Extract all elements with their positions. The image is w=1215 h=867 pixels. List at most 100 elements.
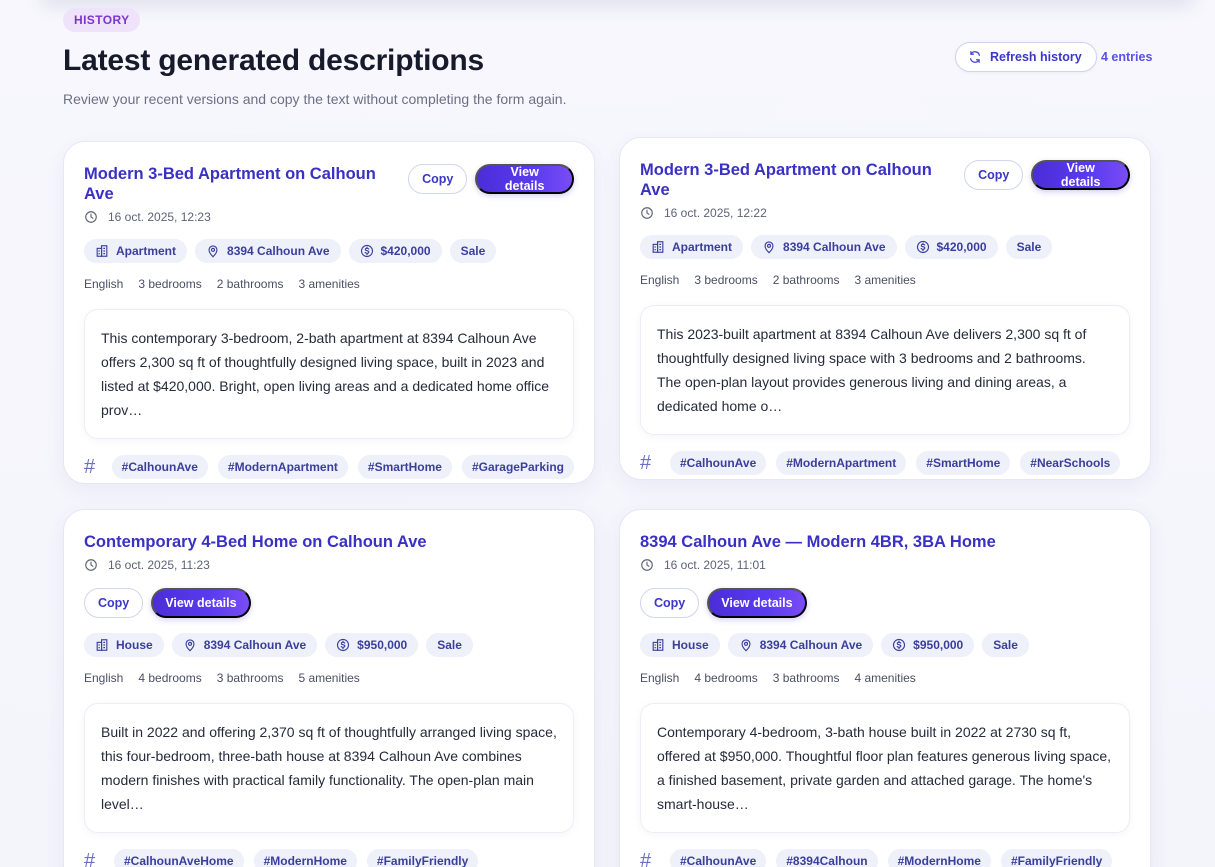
listing-type-chip: Sale <box>449 239 497 263</box>
language-meta: English <box>84 671 124 685</box>
address-chip: 8394 Calhoun Ave <box>751 235 897 259</box>
copy-button[interactable]: Copy <box>84 588 144 618</box>
hashtag: #ModernApartment <box>776 451 907 475</box>
card-title: Modern 3-Bed Apartment on Calhoun Ave <box>84 165 376 203</box>
hashtag: #8394Calhoun <box>776 849 878 867</box>
section-badge: HISTORY <box>63 8 141 32</box>
building-icon <box>96 639 108 651</box>
refresh-icon <box>969 51 981 63</box>
price-label: $950,000 <box>357 638 408 652</box>
refresh-history-button[interactable]: Refresh history <box>955 42 1097 72</box>
price-label: $950,000 <box>913 638 964 652</box>
map-pin-icon <box>764 241 774 254</box>
price-label: $420,000 <box>936 240 987 254</box>
view-details-button[interactable]: View details <box>1031 160 1130 190</box>
bathrooms-meta: 3 bathrooms <box>216 671 284 685</box>
address-chip: 8394 Calhoun Ave <box>195 239 341 263</box>
address-label: 8394 Calhoun Ave <box>759 638 863 652</box>
hashtag-icon: # <box>640 451 652 474</box>
hashtag: #CalhounAve <box>670 849 767 867</box>
property-type-label: Apartment <box>672 240 733 254</box>
listing-type-chip: Sale <box>426 633 473 657</box>
hashtag: #GarageParking <box>461 455 574 479</box>
copy-button[interactable]: Copy <box>640 588 700 618</box>
view-details-button[interactable]: View details <box>151 588 251 618</box>
hashtag: #SmartHome <box>916 451 1011 475</box>
hashtag: #SmartHome <box>357 455 452 479</box>
dollar-icon <box>916 240 929 254</box>
hashtag: #ModernHome <box>887 849 991 867</box>
description-preview: This 2023-built apartment at 8394 Calhou… <box>640 305 1130 435</box>
view-details-button[interactable]: View details <box>707 588 807 618</box>
property-type-chip: Apartment <box>640 235 744 259</box>
property-type-label: House <box>672 638 709 652</box>
card-title: 8394 Calhoun Ave — Modern 4BR, 3BA Home <box>640 533 996 551</box>
language-meta: English <box>640 273 680 287</box>
property-type-chip: Apartment <box>84 239 188 263</box>
clock-icon <box>641 207 653 219</box>
address-label: 8394 Calhoun Ave <box>783 240 886 254</box>
card-date-text: 16 oct. 2025, 11:01 <box>664 558 766 572</box>
price-label: $420,000 <box>380 244 431 258</box>
language-meta: English <box>84 277 124 291</box>
hashtag: #ModernHome <box>253 849 357 867</box>
hashtag: #NearSchools <box>1020 451 1121 475</box>
property-type-chip: House <box>640 633 720 657</box>
price-chip: $950,000 <box>325 633 419 657</box>
building-icon <box>652 639 664 651</box>
card-date-text: 16 oct. 2025, 11:23 <box>108 558 210 572</box>
address-label: 8394 Calhoun Ave <box>227 244 330 258</box>
copy-button[interactable]: Copy <box>964 160 1024 190</box>
property-type-label: House <box>116 638 153 652</box>
bedrooms-meta: 3 bedrooms <box>694 273 758 287</box>
card-date: 16 oct. 2025, 12:22 <box>640 206 964 220</box>
property-type-chip: House <box>84 633 164 657</box>
amenities-meta: 3 amenities <box>298 277 360 291</box>
card-date: 16 oct. 2025, 12:23 <box>84 210 408 224</box>
description-preview: Built in 2022 and offering 2,370 sq ft o… <box>84 703 574 833</box>
amenities-meta: 5 amenities <box>298 671 360 685</box>
clock-icon <box>641 559 653 571</box>
card-date: 16 oct. 2025, 11:01 <box>640 558 1130 572</box>
clock-icon <box>85 211 97 223</box>
hashtag-icon: # <box>84 455 96 478</box>
dollar-icon <box>337 638 350 652</box>
page-title: Latest generated descriptions <box>63 44 484 77</box>
address-chip: 8394 Calhoun Ave <box>727 633 874 657</box>
copy-button[interactable]: Copy <box>408 164 468 194</box>
refresh-history-label: Refresh history <box>990 50 1082 64</box>
bathrooms-meta: 3 bathrooms <box>772 671 840 685</box>
map-pin-icon <box>741 639 751 652</box>
hashtag: #FamilyFriendly <box>366 849 479 867</box>
card-date: 16 oct. 2025, 11:23 <box>84 558 574 572</box>
view-details-button[interactable]: View details <box>475 164 574 194</box>
price-chip: $420,000 <box>348 239 442 263</box>
entries-count: 4 entries <box>1101 50 1153 64</box>
address-label: 8394 Calhoun Ave <box>203 638 307 652</box>
clock-icon <box>85 559 97 571</box>
amenities-meta: 4 amenities <box>854 671 916 685</box>
history-card: Contemporary 4-Bed Home on Calhoun Ave 1… <box>63 509 595 867</box>
listing-type-chip: Sale <box>982 633 1029 657</box>
price-chip: $420,000 <box>904 235 998 259</box>
dollar-icon <box>893 638 906 652</box>
bedrooms-meta: 4 bedrooms <box>694 671 758 685</box>
price-chip: $950,000 <box>881 633 975 657</box>
description-preview: This contemporary 3-bedroom, 2-bath apar… <box>84 309 574 439</box>
listing-type-chip: Sale <box>1005 235 1053 259</box>
building-icon <box>96 245 108 257</box>
card-title: Contemporary 4-Bed Home on Calhoun Ave <box>84 533 427 551</box>
property-type-label: Apartment <box>116 244 177 258</box>
bathrooms-meta: 2 bathrooms <box>772 273 840 287</box>
history-card: 8394 Calhoun Ave — Modern 4BR, 3BA Home … <box>619 509 1151 867</box>
card-date-text: 16 oct. 2025, 12:22 <box>664 206 767 220</box>
map-pin-icon <box>208 245 218 258</box>
hashtag: #FamilyFriendly <box>1000 849 1113 867</box>
page-subtitle: Review your recent versions and copy the… <box>63 91 567 107</box>
dollar-icon <box>360 244 373 258</box>
hashtag: #CalhounAveHome <box>114 849 244 867</box>
hashtag: #CalhounAve <box>111 455 208 479</box>
address-chip: 8394 Calhoun Ave <box>171 633 318 657</box>
hashtag: #CalhounAve <box>670 451 767 475</box>
building-icon <box>652 241 664 253</box>
